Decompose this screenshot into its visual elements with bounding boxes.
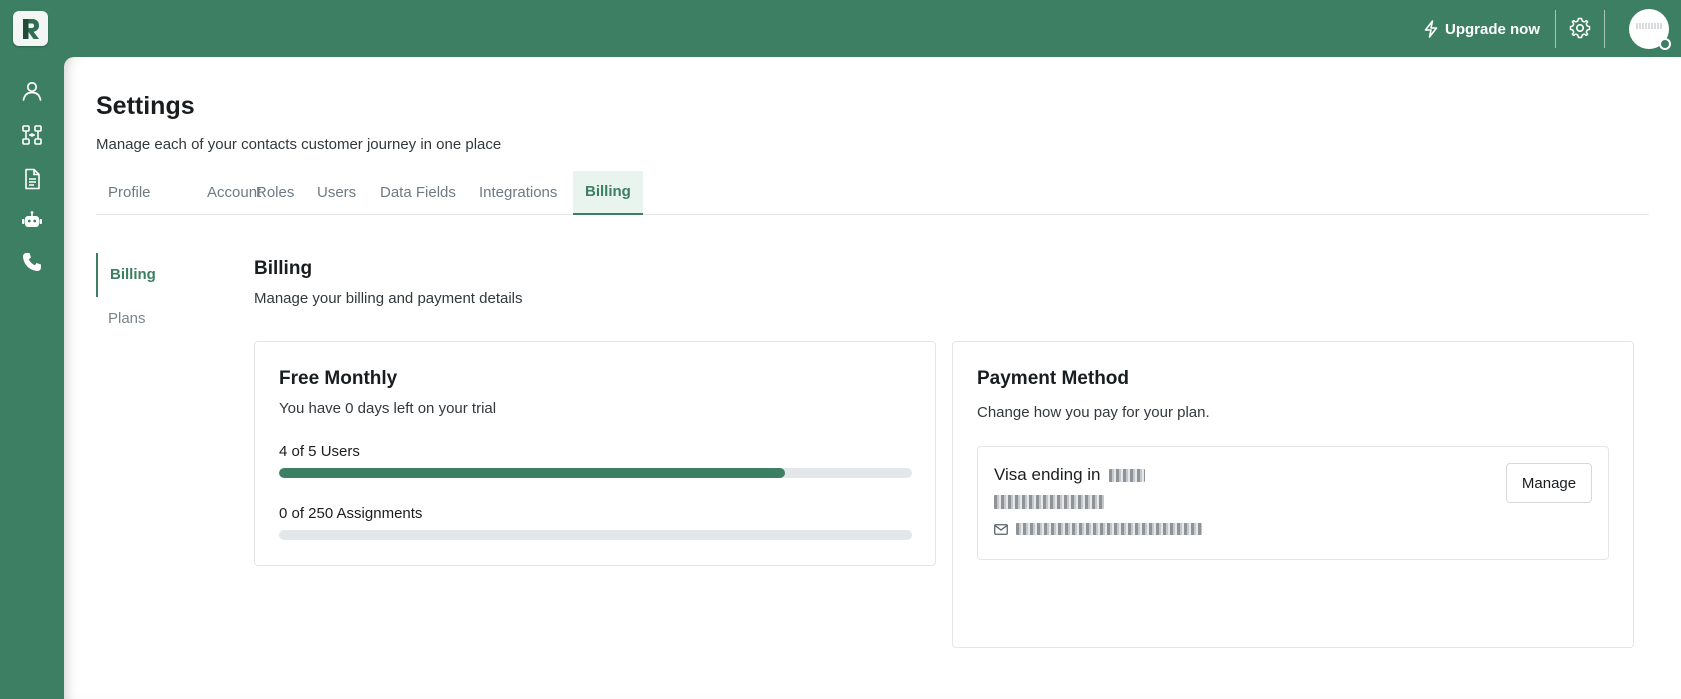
subnav-plans[interactable]: Plans: [96, 297, 216, 341]
phone-icon[interactable]: [20, 250, 44, 274]
payment-card-details: Visa ending in Manage: [977, 446, 1609, 560]
users-usage-bar: [279, 468, 912, 478]
main-content: Settings Manage each of your contacts cu…: [64, 57, 1681, 699]
page-title: Settings: [96, 92, 195, 120]
tab-integrations[interactable]: Integrations: [479, 171, 557, 215]
logo-r-icon: [22, 18, 39, 39]
top-bar: Upgrade now: [0, 0, 1681, 57]
plan-title: Free Monthly: [279, 368, 398, 389]
upgrade-now-button[interactable]: Upgrade now: [1423, 16, 1540, 42]
redacted-expiry: [994, 494, 1104, 509]
tab-billing[interactable]: Billing: [573, 171, 643, 215]
avatar-image: [1636, 23, 1662, 29]
gear-icon[interactable]: [1568, 16, 1592, 40]
tab-roles[interactable]: Roles: [256, 171, 294, 215]
users-usage-label: 4 of 5 Users: [279, 443, 360, 460]
divider: [1604, 10, 1605, 48]
tab-users[interactable]: Users: [317, 171, 356, 215]
plan-card: Free Monthly You have 0 days left on you…: [254, 341, 936, 566]
bolt-icon: [1424, 20, 1438, 38]
tab-profile[interactable]: Profile: [108, 171, 151, 215]
online-status-indicator: [1659, 38, 1671, 50]
payment-method-subtitle: Change how you pay for your plan.: [977, 404, 1210, 421]
mail-icon: [994, 523, 1008, 535]
billing-section-subtitle: Manage your billing and payment details: [254, 290, 523, 307]
manage-payment-button[interactable]: Manage: [1506, 463, 1592, 503]
avatar[interactable]: [1629, 9, 1671, 50]
card-label: Visa ending in: [994, 465, 1101, 484]
app-logo[interactable]: [13, 11, 48, 46]
assignments-usage-bar: [279, 530, 912, 540]
subnav-billing[interactable]: Billing: [96, 253, 216, 297]
org-chart-icon[interactable]: [20, 123, 44, 147]
document-icon[interactable]: [20, 167, 44, 191]
tab-data-fields[interactable]: Data Fields: [380, 171, 456, 215]
redacted-card-digits: [1109, 469, 1146, 483]
upgrade-now-label: Upgrade now: [1445, 20, 1541, 38]
billing-email-row: [994, 523, 1202, 535]
card-expiry: [994, 493, 1104, 511]
page-subtitle: Manage each of your contacts customer jo…: [96, 136, 502, 153]
divider: [1555, 10, 1556, 48]
card-number-line: Visa ending in: [994, 465, 1146, 485]
settings-tabs: Profile Account Roles Users Data Fields …: [96, 171, 1649, 215]
billing-section-title: Billing: [254, 258, 313, 279]
robot-icon[interactable]: [20, 209, 44, 233]
payment-method-title: Payment Method: [977, 368, 1130, 389]
assignments-usage-label: 0 of 250 Assignments: [279, 505, 423, 522]
user-icon[interactable]: [20, 79, 44, 103]
users-usage-fill: [279, 468, 786, 478]
payment-method-card: Payment Method Change how you pay for yo…: [952, 341, 1634, 648]
tab-account[interactable]: Account: [207, 171, 261, 215]
redacted-billing-email: [1016, 523, 1202, 535]
plan-trial-text: You have 0 days left on your trial: [279, 400, 497, 417]
